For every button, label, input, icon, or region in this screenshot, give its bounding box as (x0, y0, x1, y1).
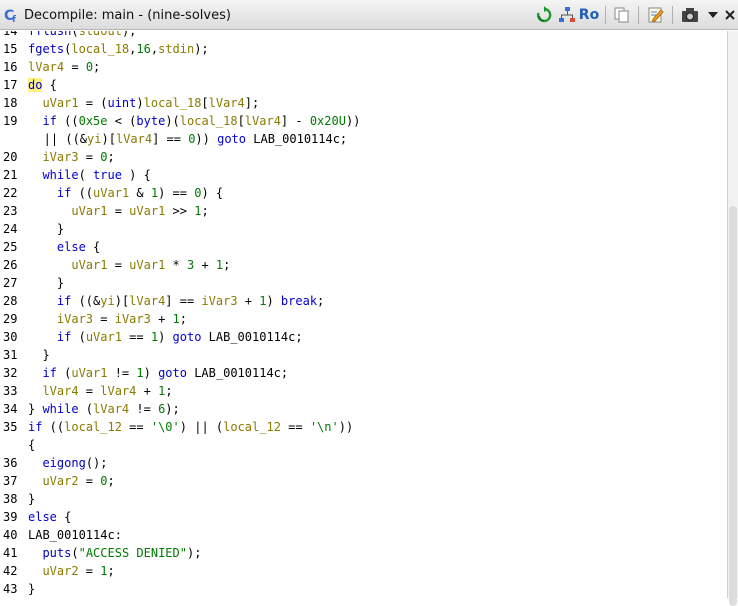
line-number: 39 (3, 510, 18, 524)
code-text[interactable]: uVar2 = 0; (28, 472, 114, 490)
copy-icon[interactable] (612, 6, 632, 24)
code-text[interactable]: if (uVar1 != 1) goto LAB_0010114c; (28, 364, 288, 382)
window-title: Decompile: main - (nine-solves) (24, 8, 231, 23)
code-text[interactable]: uVar1 = uVar1 * 3 + 1; (28, 256, 230, 274)
code-text[interactable]: if ((local_12 == '\0') || (local_12 == '… (28, 418, 353, 436)
code-text[interactable]: } (28, 580, 35, 598)
edit-icon[interactable] (646, 6, 666, 24)
ro-icon[interactable]: Ro (578, 6, 600, 24)
code-text[interactable]: fflush(stdout); (28, 31, 136, 40)
code-text[interactable]: } while (lVar4 != 6); (28, 400, 180, 418)
code-text[interactable]: } (28, 274, 64, 292)
line-number: 31 (3, 348, 18, 362)
toolbar-separator (672, 6, 673, 24)
code-text[interactable]: uVar2 = 1; (28, 562, 114, 580)
code-text[interactable]: lVar4 = lVar4 + 1; (28, 382, 172, 400)
graph-icon[interactable] (557, 6, 577, 24)
line-number: 20 (3, 150, 18, 164)
code-text[interactable]: if ((0x5e < (byte)(local_18[lVar4] - 0x2… (28, 112, 360, 130)
line-number: 29 (3, 312, 18, 326)
refresh-icon[interactable] (534, 6, 554, 24)
code-text[interactable]: || ((&yi)[lVar4] == 0)) goto LAB_0010114… (22, 130, 348, 148)
code-text[interactable]: uVar1 = (uint)local_18[lVar4]; (28, 94, 259, 112)
line-number: 34 (3, 402, 18, 416)
decompiler-code-view[interactable]: 14 fflush(stdout); 15 fgets(local_18,16,std… (0, 31, 728, 598)
line-number: 30 (3, 330, 18, 344)
line-number: 25 (3, 240, 18, 254)
code-text[interactable]: eigong(); (28, 454, 107, 472)
code-text[interactable]: puts("ACCESS DENIED"); (28, 544, 201, 562)
scrollbar-thumb[interactable] (729, 206, 737, 606)
code-text[interactable]: if (uVar1 == 1) goto LAB_0010114c; (28, 328, 303, 346)
line-number: 14 (3, 31, 18, 38)
code-text[interactable]: lVar4 = 0; (28, 58, 100, 76)
line-number: 35 (3, 420, 18, 434)
svg-text:f: f (12, 15, 16, 23)
line-number: 33 (3, 384, 18, 398)
code-text[interactable]: uVar1 = uVar1 >> 1; (28, 202, 208, 220)
decompiler-icon: C f (4, 8, 16, 23)
line-number: 17 (3, 78, 18, 92)
code-text[interactable]: iVar3 = 0; (28, 148, 114, 166)
line-number: 22 (3, 186, 18, 200)
vertical-scrollbar[interactable] (727, 31, 738, 606)
ro-label: Ro (578, 7, 600, 23)
code-text[interactable]: else { (28, 508, 71, 526)
line-number: 41 (3, 546, 18, 560)
code-text[interactable]: if ((&yi)[lVar4] == iVar3 + 1) break; (28, 292, 324, 310)
line-number: 15 (3, 42, 18, 56)
line-number: 40 (3, 528, 18, 542)
code-text[interactable]: while( true ) { (28, 166, 150, 184)
line-number: 16 (3, 60, 18, 74)
code-text[interactable]: } (28, 346, 49, 364)
line-number: 38 (3, 492, 18, 506)
code-text[interactable]: do { (28, 76, 57, 94)
code-text[interactable]: iVar3 = iVar3 + 1; (28, 310, 187, 328)
line-number: 21 (3, 168, 18, 182)
line-number: 19 (3, 114, 18, 128)
code-text[interactable]: LAB_0010114c: (28, 526, 122, 544)
line-number: 43 (3, 582, 18, 596)
line-number: 42 (3, 564, 18, 578)
line-number: 24 (3, 222, 18, 236)
line-number: 23 (3, 204, 18, 218)
close-icon[interactable] (723, 6, 737, 24)
code-text[interactable]: { (28, 436, 35, 454)
menu-arrow-icon[interactable] (705, 6, 721, 24)
code-text[interactable]: if ((uVar1 & 1) == 0) { (28, 184, 223, 202)
line-number: 18 (3, 96, 18, 110)
toolbar-separator (638, 6, 639, 24)
line-number: 28 (3, 294, 18, 308)
code-text[interactable]: fgets(local_18,16,stdin); (28, 40, 209, 58)
snapshot-icon[interactable] (680, 6, 700, 24)
code-text[interactable]: else { (28, 238, 100, 256)
toolbar-separator (605, 6, 606, 24)
line-number: 27 (3, 276, 18, 290)
code-text[interactable]: } (28, 220, 64, 238)
line-number: 26 (3, 258, 18, 272)
line-number: 36 (3, 456, 18, 470)
title-bar: C f Decompile: main - (nine-solves) Ro (0, 0, 738, 30)
code-text[interactable]: } (28, 490, 35, 508)
line-number: 32 (3, 366, 18, 380)
line-number: 37 (3, 474, 18, 488)
